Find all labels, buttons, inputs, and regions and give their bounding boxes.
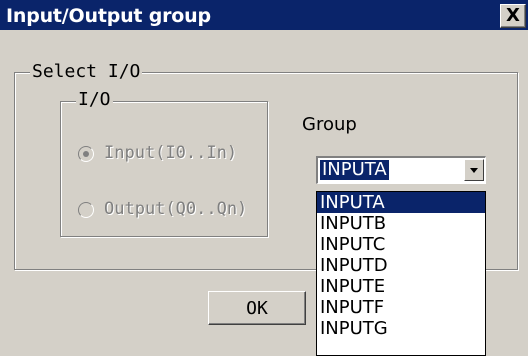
chevron-down-icon bbox=[470, 168, 478, 173]
dropdown-option[interactable]: INPUTA bbox=[317, 192, 485, 213]
close-button[interactable]: X bbox=[500, 4, 526, 28]
ok-button[interactable]: OK bbox=[208, 291, 306, 325]
group-dropdown-list: INPUTA INPUTB INPUTC INPUTD INPUTE INPUT… bbox=[316, 191, 486, 356]
output-radio[interactable] bbox=[78, 202, 94, 218]
dropdown-option[interactable]: INPUTB bbox=[317, 213, 485, 234]
window-title: Input/Output group bbox=[6, 5, 211, 27]
io-groupbox-label: I/O bbox=[76, 89, 113, 110]
group-select-value: INPUTA bbox=[320, 159, 389, 180]
dropdown-option[interactable]: INPUTF bbox=[317, 297, 485, 318]
dropdown-option[interactable]: INPUTG bbox=[317, 318, 485, 339]
radio-dot bbox=[83, 151, 89, 157]
close-icon: X bbox=[506, 5, 520, 26]
select-io-label: Select I/O bbox=[30, 61, 143, 82]
dropdown-option[interactable]: INPUTD bbox=[317, 255, 485, 276]
output-radio-label: Output(Q0..Qn) bbox=[104, 199, 248, 219]
dropdown-option[interactable]: INPUTE bbox=[317, 276, 485, 297]
dropdown-button[interactable] bbox=[464, 159, 484, 181]
group-label: Group bbox=[302, 114, 357, 135]
title-bar: Input/Output group X bbox=[0, 0, 528, 30]
group-select[interactable]: INPUTA bbox=[316, 156, 486, 184]
input-radio-label: Input(I0..In) bbox=[104, 143, 238, 163]
dropdown-option[interactable]: INPUTC bbox=[317, 234, 485, 255]
input-radio[interactable] bbox=[78, 146, 94, 162]
